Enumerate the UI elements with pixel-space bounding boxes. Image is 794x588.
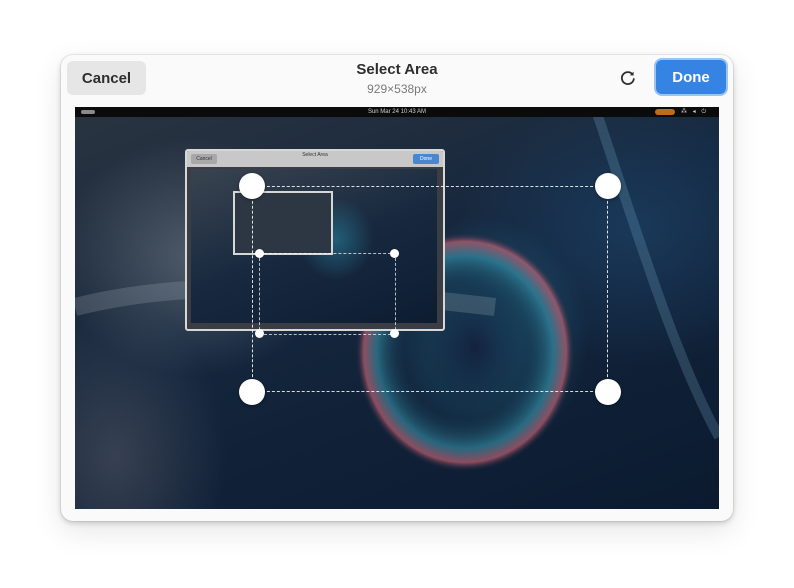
done-button[interactable]: Done — [656, 60, 726, 94]
desktop-top-bar: Sun Mar 24 10:43 AM ⁂ ◂ ⏻ — [75, 107, 719, 117]
handle-bottom-right[interactable] — [595, 379, 621, 405]
screenshot-preview[interactable]: Sun Mar 24 10:43 AM ⁂ ◂ ⏻ Cancel Select … — [75, 107, 719, 509]
header-bar: Cancel Select Area 929×538px Done — [61, 55, 733, 107]
clock-text: Sun Mar 24 10:43 AM — [367, 109, 427, 115]
reset-selection-button[interactable] — [615, 65, 641, 91]
recording-indicator — [655, 109, 675, 115]
cancel-button[interactable]: Cancel — [67, 61, 146, 95]
handle-top-right[interactable] — [595, 173, 621, 199]
nested-header: Cancel Select Area Done — [187, 151, 443, 167]
nested-done-button: Done — [413, 154, 439, 164]
select-area-dialog: Cancel Select Area 929×538px Done Sun Ma… — [61, 55, 733, 521]
handle-top-left[interactable] — [239, 173, 265, 199]
selection-rectangle[interactable] — [252, 186, 608, 392]
refresh-icon — [620, 71, 635, 85]
selection-size: 929×538px — [367, 82, 427, 96]
title-area: Select Area 929×538px — [297, 61, 497, 97]
handle-bottom-left[interactable] — [239, 379, 265, 405]
nested-title: Select Area — [302, 152, 328, 158]
system-status-icons: ⁂ ◂ ⏻ — [681, 109, 709, 115]
dialog-title: Select Area — [356, 61, 438, 78]
